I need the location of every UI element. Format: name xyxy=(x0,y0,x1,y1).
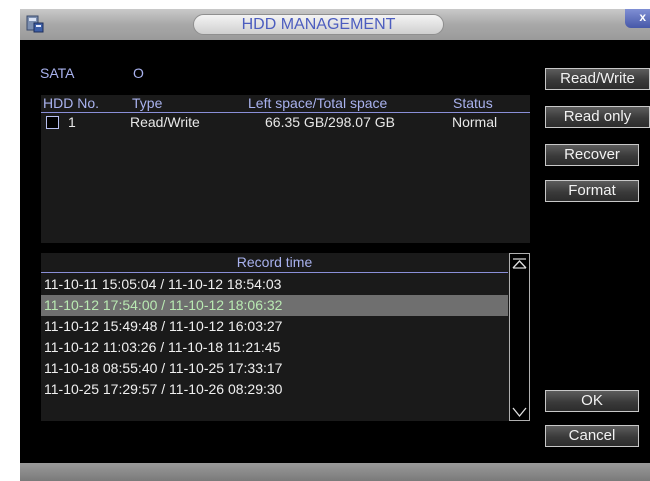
list-item[interactable]: 11-10-12 11:03:26 / 11-10-18 11:21:45 xyxy=(41,337,508,358)
scroll-down-icon[interactable] xyxy=(512,405,527,418)
read-only-button[interactable]: Read only xyxy=(545,106,650,128)
hdd-type: Read/Write xyxy=(130,114,200,130)
hdd-table-header: HDD No. Type Left space/Total space Stat… xyxy=(41,95,530,113)
column-header-status: Status xyxy=(453,95,493,111)
list-item[interactable]: 11-10-12 15:49:48 / 11-10-12 16:03:27 xyxy=(41,316,508,337)
hdd-management-window: HDD MANAGEMENT x SATA O HDD No. Type Lef… xyxy=(20,9,650,481)
record-time-header: Record time xyxy=(41,253,508,273)
bottom-bar xyxy=(20,463,650,481)
record-time-list: Record time 11-10-11 15:05:04 / 11-10-12… xyxy=(41,253,530,421)
close-button[interactable]: x xyxy=(625,9,650,28)
recover-button[interactable]: Recover xyxy=(545,144,639,166)
hdd-status: Normal xyxy=(452,114,498,130)
title-bar: HDD MANAGEMENT x xyxy=(20,9,650,40)
column-header-type: Type xyxy=(132,95,163,111)
list-item-selected[interactable]: 11-10-12 17:54:00 / 11-10-12 18:06:32 xyxy=(41,295,508,316)
read-write-button[interactable]: Read/Write xyxy=(545,68,650,90)
hdd-number: 1 xyxy=(68,114,76,130)
format-button[interactable]: Format xyxy=(545,180,639,202)
hdd-space: 66.35 GB/298.07 GB xyxy=(265,114,395,130)
list-item[interactable]: 11-10-25 17:29:57 / 11-10-26 08:29:30 xyxy=(41,379,508,400)
column-header-space: Left space/Total space xyxy=(248,95,388,111)
column-header-hdd-no: HDD No. xyxy=(43,95,100,111)
cancel-button[interactable]: Cancel xyxy=(545,425,639,447)
scroll-up-icon[interactable] xyxy=(512,257,527,269)
hdd-select-checkbox[interactable] xyxy=(46,116,59,129)
hdd-app-icon xyxy=(26,14,44,33)
list-item[interactable]: 11-10-11 15:05:04 / 11-10-12 18:54:03 xyxy=(41,274,508,295)
sata-status: O xyxy=(133,65,144,81)
ok-button[interactable]: OK xyxy=(545,390,639,412)
table-row[interactable]: 1 Read/Write 66.35 GB/298.07 GB Normal xyxy=(41,113,530,133)
hdd-table: HDD No. Type Left space/Total space Stat… xyxy=(41,95,530,243)
record-time-rows: 11-10-11 15:05:04 / 11-10-12 18:54:03 11… xyxy=(41,274,508,400)
list-item[interactable]: 11-10-18 08:55:40 / 11-10-25 17:33:17 xyxy=(41,358,508,379)
record-list-scrollbar[interactable] xyxy=(509,253,530,421)
window-title: HDD MANAGEMENT xyxy=(193,14,444,35)
sata-label: SATA xyxy=(40,65,75,81)
